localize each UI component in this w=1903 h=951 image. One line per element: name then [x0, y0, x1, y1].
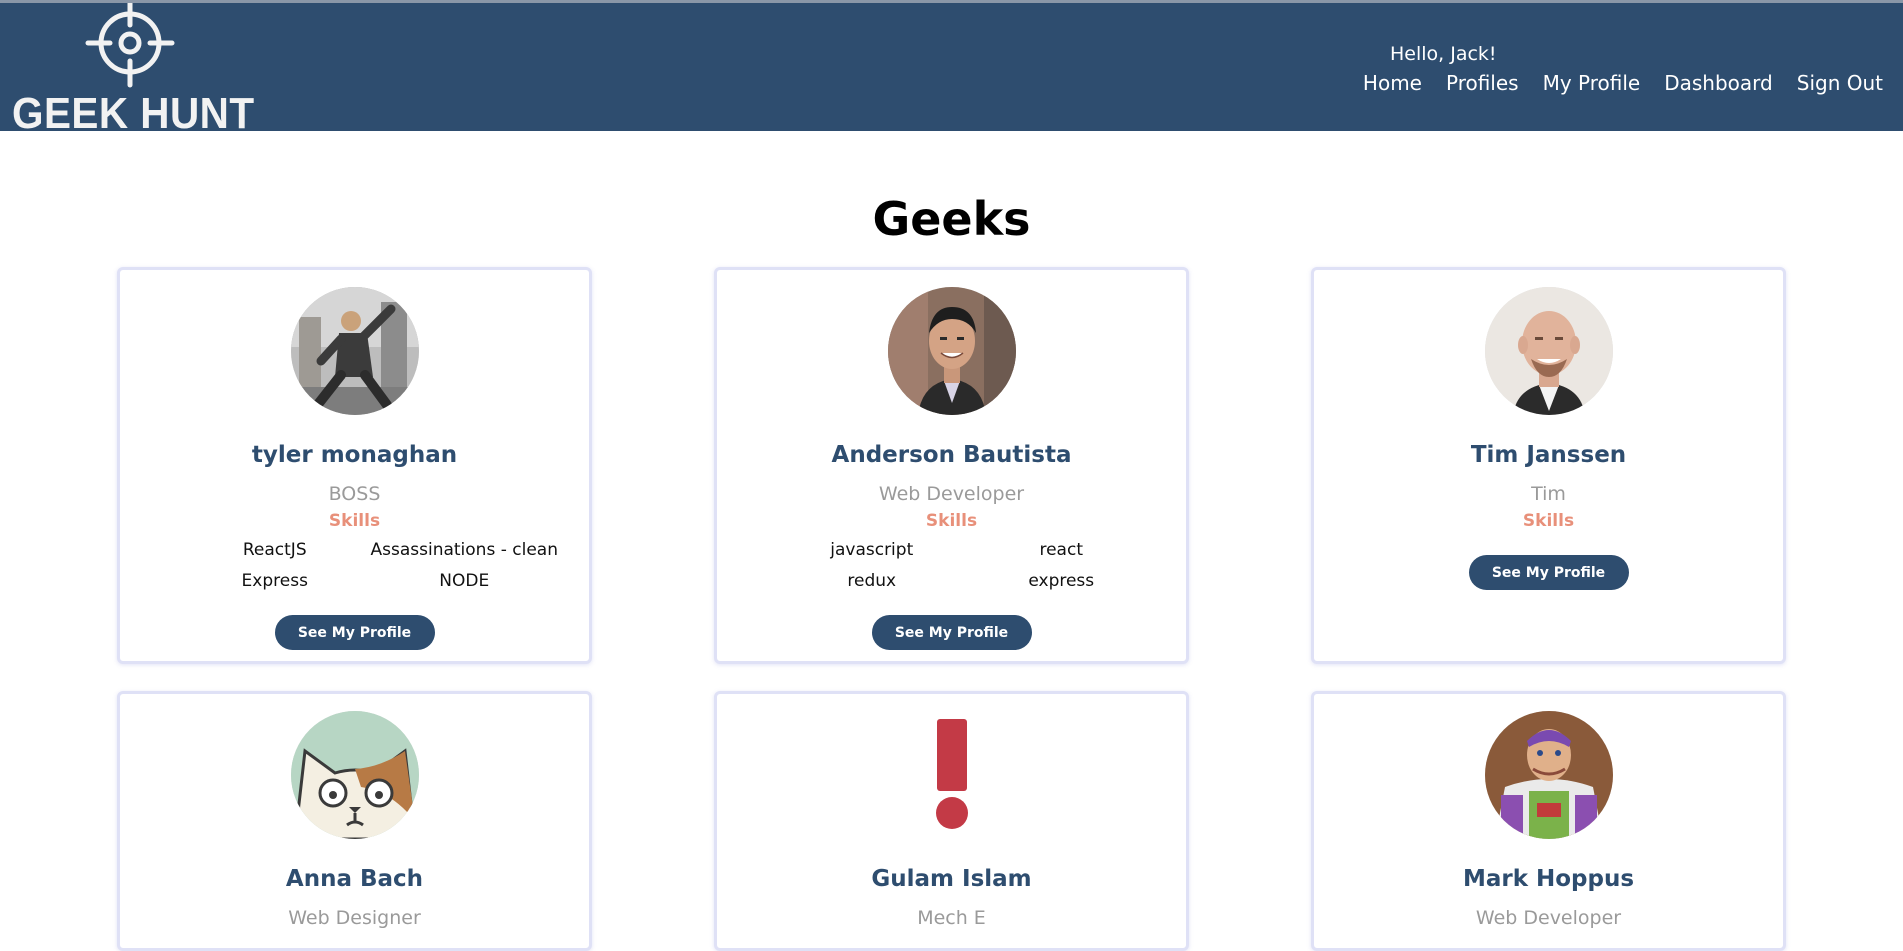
geek-tagline: Web Designer [288, 907, 421, 929]
photo-person-smiling-icon [887, 287, 1016, 415]
geek-tagline: Tim [1531, 483, 1566, 505]
geek-name: tyler monaghan [251, 442, 458, 468]
geek-card: Anderson Bautista Web Developer Skills j… [714, 267, 1189, 664]
skill-item: react [1039, 540, 1083, 560]
main-nav: Home Profiles My Profile Dashboard Sign … [1363, 71, 1883, 95]
exclamation-icon [887, 711, 1016, 839]
nav-my-profile[interactable]: My Profile [1543, 71, 1641, 95]
geek-tagline: Web Developer [878, 483, 1025, 505]
nav-home[interactable]: Home [1363, 71, 1422, 95]
geek-tagline: Mech E [917, 907, 986, 929]
site-header: GEEK HUNT Hello, Jack! Home Profiles My … [0, 0, 1903, 138]
geek-name: Anna Bach [285, 866, 424, 892]
geek-name: Tim Janssen [1470, 442, 1627, 468]
skill-item: express [1028, 571, 1095, 591]
skill-item: Assassinations - clean [370, 540, 558, 560]
geek-name: Mark Hoppus [1462, 866, 1635, 892]
geek-card: Tim Janssen Tim Skills See My Profile [1311, 267, 1786, 664]
see-my-profile-button[interactable]: See My Profile [274, 615, 435, 650]
skills-label: Skills [1522, 511, 1575, 531]
nav-dashboard[interactable]: Dashboard [1664, 71, 1773, 95]
skills-label: Skills [328, 511, 381, 531]
skill-item: redux [847, 571, 897, 591]
skills-label: Skills [925, 511, 978, 531]
see-my-profile-button[interactable]: See My Profile [1468, 555, 1629, 590]
photo-person-bald-icon [1484, 287, 1613, 415]
skill-item: Express [241, 571, 308, 591]
logo[interactable]: GEEK HUNT [10, 0, 254, 138]
geek-card: Anna Bach Web Designer [117, 691, 592, 951]
geek-card: Gulam Islam Mech E [714, 691, 1189, 951]
geek-tagline: Web Developer [1475, 907, 1622, 929]
photo-toy-figure-icon [1484, 711, 1613, 839]
geek-tagline: BOSS [328, 483, 381, 505]
geek-name: Gulam Islam [871, 866, 1032, 892]
crosshair-icon [82, 0, 178, 93]
geek-card: Mark Hoppus Web Developer [1311, 691, 1786, 951]
photo-person-action-icon [290, 287, 419, 415]
skill-item: NODE [439, 571, 490, 591]
page-title: Geeks [872, 192, 1031, 246]
nav-profiles[interactable]: Profiles [1446, 71, 1519, 95]
nav-sign-out[interactable]: Sign Out [1797, 71, 1883, 95]
skills-list: ReactJS Assassinations - clean Express N… [180, 540, 559, 591]
geek-card: tyler monaghan BOSS Skills ReactJS Assas… [117, 267, 592, 664]
see-my-profile-button[interactable]: See My Profile [871, 615, 1032, 650]
cartoon-cat-icon [290, 711, 419, 839]
skill-item: ReactJS [242, 540, 307, 560]
geek-name: Anderson Bautista [831, 442, 1072, 468]
skill-item: javascript [830, 540, 914, 560]
logo-text: GEEK HUNT [12, 89, 255, 138]
skills-list: javascript react redux express [777, 540, 1156, 591]
user-greeting: Hello, Jack! [1390, 43, 1497, 65]
